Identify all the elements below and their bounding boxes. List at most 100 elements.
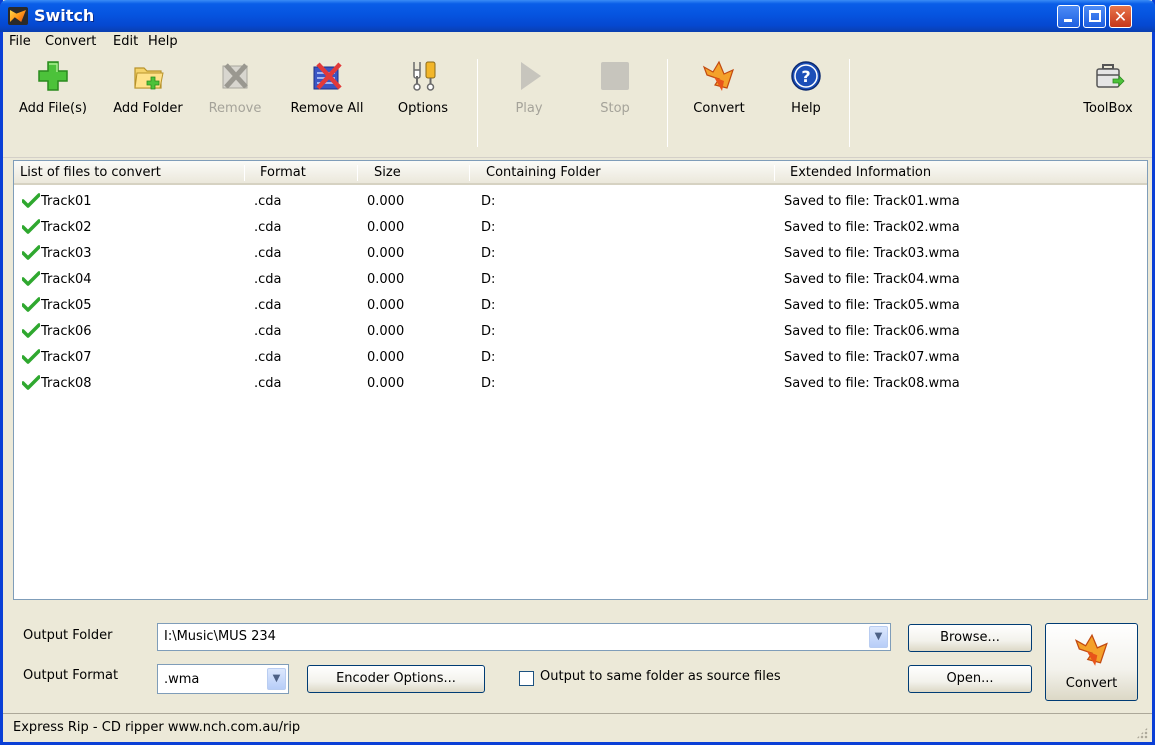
table-row[interactable]: Track05 .cda 0.000 D: Saved to file: Tra…: [14, 294, 1147, 320]
add-folder-button[interactable]: Add Folder: [103, 53, 193, 153]
close-icon: ✕: [1113, 7, 1128, 26]
minimize-button[interactable]: [1057, 5, 1080, 28]
file-name: Track04: [41, 272, 92, 287]
remove-all-label: Remove All: [290, 101, 364, 116]
menu-convert[interactable]: Convert: [45, 34, 96, 49]
output-format-select[interactable]: .wma ▼: [157, 664, 289, 694]
maximize-icon: [1089, 10, 1101, 22]
file-size: 0.000: [367, 350, 405, 365]
toolbox-button[interactable]: ToolBox: [1067, 53, 1149, 153]
menu-file[interactable]: File: [9, 34, 31, 49]
file-format: .cda: [254, 376, 282, 391]
table-row[interactable]: Track02 .cda 0.000 D: Saved to file: Tra…: [14, 216, 1147, 242]
file-info: Saved to file: Track04.wma: [784, 272, 960, 287]
app-icon: [8, 7, 28, 25]
file-name: Track02: [41, 220, 92, 235]
file-folder: D:: [481, 220, 496, 235]
file-name: Track08: [41, 376, 92, 391]
status-bar: Express Rip - CD ripper www.nch.com.au/r…: [3, 713, 1152, 742]
play-button[interactable]: Play: [493, 53, 565, 153]
options-label: Options: [397, 101, 449, 116]
list-header: List of files to convert Format Size Con…: [14, 161, 1147, 185]
column-header-size[interactable]: Size: [374, 165, 401, 180]
menu-help[interactable]: Help: [148, 34, 178, 49]
file-folder: D:: [481, 194, 496, 209]
convert-toolbar-label: Convert: [693, 101, 745, 116]
convert-toolbar-button[interactable]: Convert: [677, 53, 761, 153]
file-folder: D:: [481, 272, 496, 287]
file-name: Track03: [41, 246, 92, 261]
file-info: Saved to file: Track06.wma: [784, 324, 960, 339]
column-header-folder[interactable]: Containing Folder: [486, 165, 601, 180]
open-button[interactable]: Open...: [908, 665, 1032, 693]
same-folder-checkbox[interactable]: [519, 671, 534, 686]
encoder-options-button[interactable]: Encoder Options...: [307, 665, 485, 693]
column-header-files[interactable]: List of files to convert: [20, 165, 161, 180]
checkmark-icon: [22, 323, 40, 338]
same-folder-label[interactable]: Output to same folder as source files: [540, 669, 781, 684]
table-row[interactable]: Track04 .cda 0.000 D: Saved to file: Tra…: [14, 268, 1147, 294]
remove-button[interactable]: Remove: [199, 53, 271, 153]
play-icon: [521, 62, 541, 90]
file-size: 0.000: [367, 272, 405, 287]
remove-icon: [222, 63, 248, 89]
help-label: Help: [791, 101, 821, 116]
convert-button[interactable]: Convert: [1045, 623, 1138, 701]
file-name: Track05: [41, 298, 92, 313]
stop-icon: [601, 62, 629, 90]
remove-label: Remove: [208, 101, 262, 116]
help-icon: ?: [791, 61, 821, 91]
checkmark-icon: [22, 375, 40, 390]
menu-edit[interactable]: Edit: [113, 34, 138, 49]
file-folder: D:: [481, 298, 496, 313]
plus-icon: [38, 61, 68, 91]
chevron-down-icon[interactable]: ▼: [869, 626, 888, 648]
minimize-icon: [1064, 19, 1072, 22]
title-bar[interactable]: Switch ✕: [0, 0, 1155, 32]
stop-button[interactable]: Stop: [579, 53, 651, 153]
column-header-info[interactable]: Extended Information: [790, 165, 931, 180]
checkmark-icon: [22, 297, 40, 312]
browse-button[interactable]: Browse...: [908, 624, 1032, 652]
file-format: .cda: [254, 246, 282, 261]
column-divider[interactable]: [357, 165, 358, 181]
file-name: Track01: [41, 194, 92, 209]
output-folder-value: I:\Music\MUS 234: [164, 629, 276, 644]
convert-button-label: Convert: [1065, 676, 1118, 691]
remove-all-button[interactable]: Remove All: [285, 53, 369, 153]
file-info: Saved to file: Track08.wma: [784, 376, 960, 391]
table-row[interactable]: Track03 .cda 0.000 D: Saved to file: Tra…: [14, 242, 1147, 268]
file-info: Saved to file: Track01.wma: [784, 194, 960, 209]
column-divider[interactable]: [774, 165, 775, 181]
table-row[interactable]: Track01 .cda 0.000 D: Saved to file: Tra…: [14, 190, 1147, 216]
file-format: .cda: [254, 272, 282, 287]
chevron-down-icon[interactable]: ▼: [267, 668, 286, 690]
toolbar: Add File(s) Add Folder Remove Remove All…: [3, 53, 1152, 158]
file-name: Track07: [41, 350, 92, 365]
play-label: Play: [515, 101, 543, 116]
output-folder-combo[interactable]: I:\Music\MUS 234 ▼: [157, 623, 891, 651]
file-folder: D:: [481, 246, 496, 261]
file-list[interactable]: List of files to convert Format Size Con…: [13, 160, 1148, 600]
output-panel: Output Folder I:\Music\MUS 234 ▼ Output …: [3, 604, 1152, 714]
file-format: .cda: [254, 194, 282, 209]
resize-grip[interactable]: [1136, 727, 1148, 739]
add-files-button[interactable]: Add File(s): [5, 53, 101, 153]
checkmark-icon: [22, 271, 40, 286]
close-button[interactable]: ✕: [1109, 5, 1132, 28]
table-row[interactable]: Track06 .cda 0.000 D: Saved to file: Tra…: [14, 320, 1147, 346]
file-size: 0.000: [367, 298, 405, 313]
help-button[interactable]: ? Help: [773, 53, 839, 153]
column-header-format[interactable]: Format: [260, 165, 306, 180]
table-row[interactable]: Track07 .cda 0.000 D: Saved to file: Tra…: [14, 346, 1147, 372]
toolbox-icon: [1096, 64, 1125, 88]
folder-add-icon: [134, 67, 164, 90]
checkmark-icon: [22, 219, 40, 234]
file-format: .cda: [254, 350, 282, 365]
column-divider[interactable]: [244, 165, 245, 181]
column-divider[interactable]: [469, 165, 470, 181]
maximize-button[interactable]: [1083, 5, 1106, 28]
table-row[interactable]: Track08 .cda 0.000 D: Saved to file: Tra…: [14, 372, 1147, 398]
options-button[interactable]: Options: [383, 53, 463, 153]
output-folder-label: Output Folder: [23, 628, 113, 643]
